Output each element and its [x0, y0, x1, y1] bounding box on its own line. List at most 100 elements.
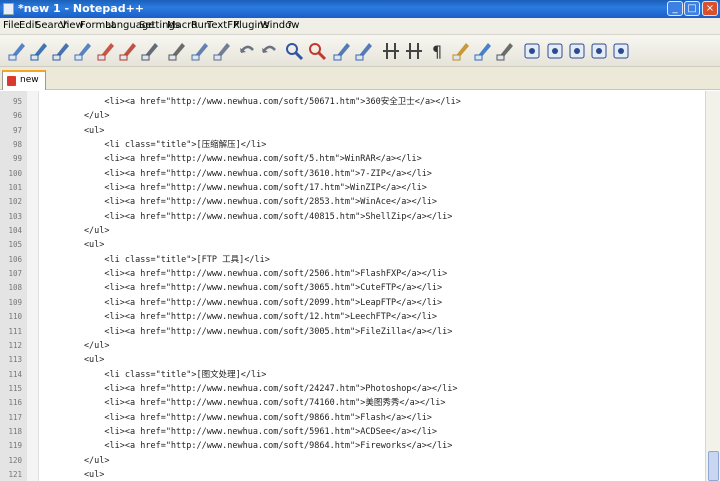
- line-number: 112: [8, 340, 22, 350]
- app-icon: [3, 3, 14, 15]
- code-text: <li class="title">[FTP 工具]</li>: [43, 254, 270, 265]
- record-macro-icon[interactable]: [521, 40, 543, 62]
- line-number: 114: [8, 369, 22, 379]
- code-text: <li><a href="http://www.newhua.com/soft/…: [43, 283, 443, 294]
- close-window-button[interactable]: ×: [702, 1, 718, 16]
- code-text: <li><a href="http://www.newhua.com/soft/…: [43, 312, 438, 323]
- code-line: 120 </ul>: [0, 454, 705, 468]
- line-number: 120: [8, 455, 22, 465]
- maximize-button[interactable]: □: [684, 1, 700, 16]
- sync-horizontal-icon[interactable]: [403, 40, 425, 62]
- code-line: 112 </ul>: [0, 339, 705, 353]
- cut-icon[interactable]: [166, 40, 188, 62]
- line-number: 98: [12, 140, 22, 150]
- line-number: 104: [8, 226, 22, 236]
- vertical-scrollbar[interactable]: [705, 91, 720, 481]
- code-text: <li><a href="http://www.newhua.com/soft/…: [43, 426, 438, 437]
- user-lang-icon[interactable]: [494, 40, 516, 62]
- replace-icon[interactable]: [306, 40, 328, 62]
- line-number: 119: [8, 441, 22, 451]
- code-text: </ul>: [43, 111, 110, 122]
- line-number: 96: [12, 111, 22, 121]
- indent-guide-icon[interactable]: [472, 40, 494, 62]
- close-icon[interactable]: [95, 40, 117, 62]
- new-file-icon[interactable]: [6, 40, 28, 62]
- code-text: <li><a href="http://www.newhua.com/soft/…: [43, 441, 453, 452]
- code-line: 102 <li><a href="http://www.newhua.com/s…: [0, 195, 705, 209]
- code-line: 110 <li><a href="http://www.newhua.com/s…: [0, 310, 705, 324]
- close-all-icon[interactable]: [117, 40, 139, 62]
- redo-icon[interactable]: [258, 40, 280, 62]
- code-text: <li class="title">[压缩解压]</li>: [43, 140, 267, 151]
- save-macro-icon[interactable]: [610, 40, 632, 62]
- line-number: 111: [8, 326, 22, 336]
- code-text: <li><a href="http://www.newhua.com/soft/…: [43, 398, 446, 409]
- paste-icon[interactable]: [211, 40, 233, 62]
- menu-file[interactable]: File: [3, 18, 20, 34]
- code-text: <li><a href="http://www.newhua.com/soft/…: [43, 297, 443, 308]
- zoom-in-icon[interactable]: [331, 40, 353, 62]
- toolbar: ¶: [0, 35, 720, 67]
- zoom-out-icon[interactable]: [353, 40, 375, 62]
- unsaved-file-icon: [7, 76, 16, 86]
- code-text: </ul>: [43, 455, 110, 466]
- code-text: <li><a href="http://www.newhua.com/soft/…: [43, 97, 461, 107]
- menu-bar: File Edit Search View Format Language Se…: [0, 18, 720, 35]
- code-line: 107 <li><a href="http://www.newhua.com/s…: [0, 267, 705, 281]
- code-text: <ul>: [43, 125, 105, 136]
- code-text: <li><a href="http://www.newhua.com/soft/…: [43, 154, 422, 165]
- menu-help[interactable]: ?: [287, 18, 292, 34]
- play-multiple-icon[interactable]: [588, 40, 610, 62]
- undo-icon[interactable]: [236, 40, 258, 62]
- line-number: 99: [12, 154, 22, 164]
- line-number: 107: [8, 269, 22, 279]
- code-line: 108 <li><a href="http://www.newhua.com/s…: [0, 281, 705, 295]
- code-line: 103 <li><a href="http://www.newhua.com/s…: [0, 210, 705, 224]
- save-all-icon[interactable]: [72, 40, 94, 62]
- line-number: 121: [8, 469, 22, 479]
- code-text: <ul>: [43, 469, 105, 480]
- code-line: 115 <li><a href="http://www.newhua.com/s…: [0, 382, 705, 396]
- open-file-icon[interactable]: [28, 40, 50, 62]
- find-icon[interactable]: [283, 40, 305, 62]
- code-text: <li><a href="http://www.newhua.com/soft/…: [43, 211, 453, 222]
- sync-vertical-icon[interactable]: [380, 40, 402, 62]
- minimize-button[interactable]: _: [667, 1, 683, 16]
- code-line: 104 </ul>: [0, 224, 705, 238]
- code-lines: 95 <li><a href="http://www.newhua.com/so…: [0, 95, 705, 481]
- line-number: 105: [8, 240, 22, 250]
- tab-new-1[interactable]: new 1: [2, 70, 46, 102]
- stop-macro-icon[interactable]: [544, 40, 566, 62]
- code-text: </ul>: [43, 340, 110, 351]
- line-number: 103: [8, 211, 22, 221]
- play-macro-icon[interactable]: [566, 40, 588, 62]
- editor-area[interactable]: 95 <li><a href="http://www.newhua.com/so…: [0, 91, 705, 481]
- code-text: <li><a href="http://www.newhua.com/soft/…: [43, 197, 438, 208]
- menu-window[interactable]: Window: [260, 18, 299, 34]
- print-icon[interactable]: [139, 40, 161, 62]
- line-number: 102: [8, 197, 22, 207]
- line-number: 117: [8, 412, 22, 422]
- svg-text:¶: ¶: [432, 42, 442, 61]
- line-number: 106: [8, 254, 22, 264]
- copy-icon[interactable]: [189, 40, 211, 62]
- line-number: 118: [8, 426, 22, 436]
- show-all-chars-icon[interactable]: [450, 40, 472, 62]
- title-bar: *new 1 - Notepad++ _ □ ×: [0, 0, 720, 18]
- tab-bar: new 1: [0, 67, 720, 102]
- scrollbar-thumb[interactable]: [708, 451, 719, 481]
- save-icon[interactable]: [50, 40, 72, 62]
- line-number: 101: [8, 183, 22, 193]
- code-line: 111 <li><a href="http://www.newhua.com/s…: [0, 325, 705, 339]
- line-number: 108: [8, 283, 22, 293]
- code-line: 101 <li><a href="http://www.newhua.com/s…: [0, 181, 705, 195]
- code-line: 116 <li><a href="http://www.newhua.com/s…: [0, 396, 705, 410]
- code-text: <ul>: [43, 240, 105, 251]
- code-line: 106 <li class="title">[FTP 工具]</li>: [0, 253, 705, 267]
- line-number: 100: [8, 168, 22, 178]
- code-line: 96 </ul>: [0, 109, 705, 123]
- line-number: 109: [8, 297, 22, 307]
- word-wrap-icon[interactable]: ¶: [426, 40, 448, 62]
- line-number: 110: [8, 312, 22, 322]
- line-number: 97: [12, 125, 22, 135]
